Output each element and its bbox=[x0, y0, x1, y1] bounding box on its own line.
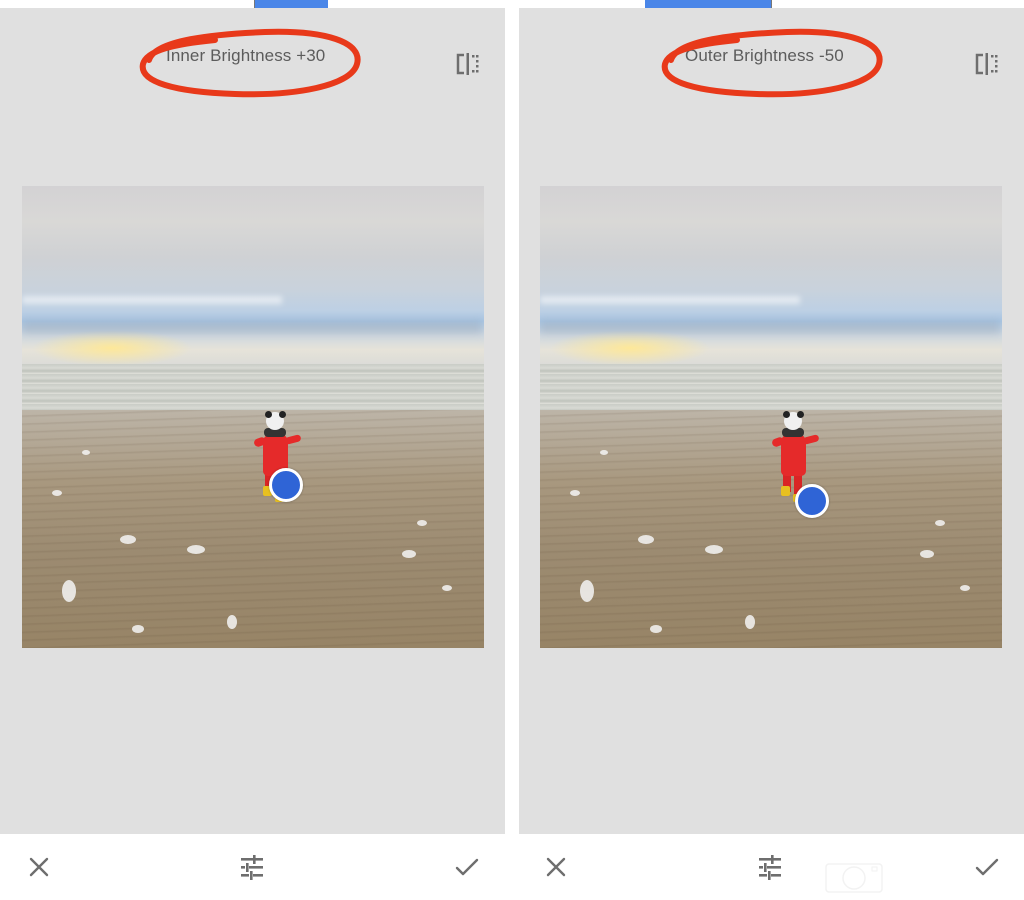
edited-photo[interactable] bbox=[540, 186, 1002, 648]
photo-sky bbox=[22, 186, 484, 364]
close-icon[interactable] bbox=[26, 854, 52, 880]
tune-sliders-icon[interactable] bbox=[239, 854, 265, 880]
adjustment-title: Outer Brightness -50 bbox=[685, 46, 844, 65]
checkmark-icon[interactable] bbox=[454, 854, 480, 880]
tune-sliders-icon[interactable] bbox=[757, 854, 783, 880]
photo-sky bbox=[540, 186, 1002, 364]
close-icon[interactable] bbox=[543, 854, 569, 880]
photo-sand bbox=[540, 410, 1002, 648]
checkmark-icon[interactable] bbox=[974, 854, 1000, 880]
compare-split-icon[interactable] bbox=[455, 52, 481, 76]
photo-sea bbox=[22, 364, 484, 410]
vignette-control-point[interactable] bbox=[795, 484, 829, 518]
editor-panel-inner-brightness: Inner Brightness +30 bbox=[0, 8, 505, 834]
compare-split-icon[interactable] bbox=[974, 52, 1000, 76]
vignette-control-point[interactable] bbox=[269, 468, 303, 502]
edited-photo[interactable] bbox=[22, 186, 484, 648]
top-indicator-right bbox=[645, 0, 772, 8]
top-indicator-left bbox=[254, 0, 328, 8]
bottom-toolbar-left bbox=[0, 834, 505, 900]
bottom-toolbar-right bbox=[519, 834, 1024, 900]
editor-panel-outer-brightness: Outer Brightness -50 bbox=[519, 8, 1024, 834]
photo-sea bbox=[540, 364, 1002, 410]
adjustment-title: Inner Brightness +30 bbox=[166, 46, 326, 65]
camera-icon bbox=[825, 863, 883, 893]
photo-sand bbox=[22, 410, 484, 648]
